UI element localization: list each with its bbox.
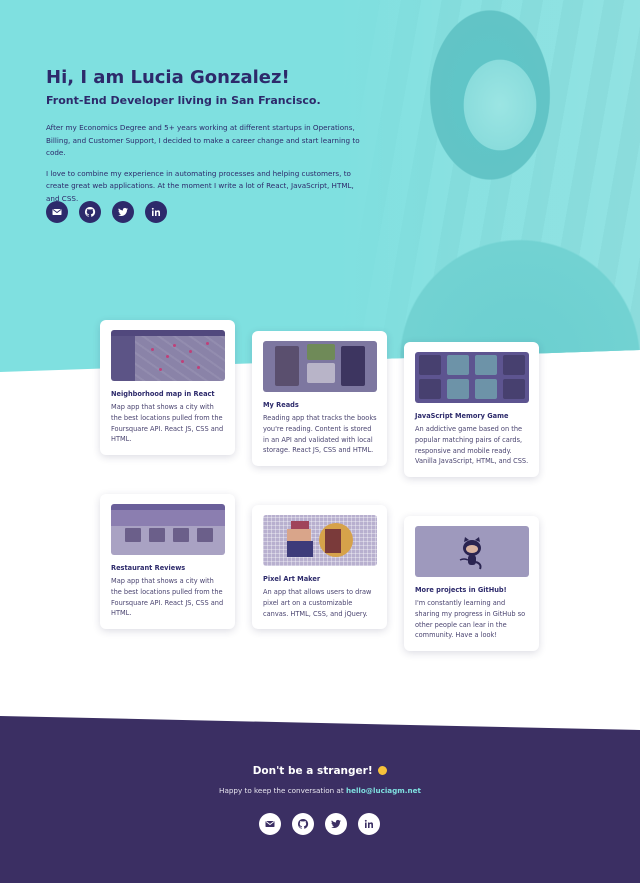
linkedin-link[interactable] <box>145 201 167 223</box>
project-thumbnail <box>263 515 377 566</box>
profile-photo <box>340 0 640 372</box>
project-card-memory-game[interactable]: JavaScript Memory Game An addictive game… <box>404 342 539 478</box>
project-description: Map app that shows a city with the best … <box>111 577 224 618</box>
project-thumbnail <box>415 352 529 403</box>
footer-heading-text: Don't be a stranger! <box>252 765 373 777</box>
twitter-icon <box>118 207 128 217</box>
project-title: Neighborhood map in React <box>111 390 215 398</box>
twitter-link[interactable] <box>112 201 134 223</box>
hero-section: Hi, I am Lucia Gonzalez! Front-End Devel… <box>0 0 640 372</box>
project-description: An addictive game based on the popular m… <box>415 425 529 466</box>
project-title: More projects in GitHub! <box>415 586 507 594</box>
project-thumbnail <box>415 526 529 577</box>
project-card-more-github[interactable]: More projects in GitHub! I'm constantly … <box>404 516 539 652</box>
hero-bio-paragraph: I love to combine my experience in autom… <box>46 168 354 203</box>
project-description: Reading app that tracks the books you're… <box>263 414 377 455</box>
hero-title: Hi, I am Lucia Gonzalez! <box>46 67 290 88</box>
footer-contact-label: Happy to keep the conversation at <box>219 786 344 795</box>
github-icon <box>84 206 96 217</box>
project-description: I'm constantly learning and sharing my p… <box>415 599 526 640</box>
project-description: An app that allows users to draw pixel a… <box>263 588 372 618</box>
github-icon <box>297 818 309 829</box>
project-card-restaurant-reviews[interactable]: Restaurant Reviews Map app that shows a … <box>100 494 235 630</box>
project-thumbnail <box>111 330 225 381</box>
mail-icon <box>52 209 62 215</box>
project-thumbnail <box>263 341 377 392</box>
hero-social-links <box>46 201 167 223</box>
twitter-link[interactable] <box>325 813 347 835</box>
linkedin-icon <box>151 207 160 216</box>
mail-link[interactable] <box>46 201 68 223</box>
project-title: Pixel Art Maker <box>263 575 321 583</box>
octocat-icon <box>459 536 482 569</box>
project-card-neighborhood-map[interactable]: Neighborhood map in React Map app that s… <box>100 320 235 456</box>
hero-subtitle: Front-End Developer living in San Franci… <box>46 94 321 107</box>
hero-content: Hi, I am Lucia Gonzalez! Front-End Devel… <box>46 66 366 205</box>
footer-heading: Don't be a stranger! <box>0 765 640 777</box>
footer-social-links <box>259 813 380 835</box>
project-thumbnail <box>111 504 225 555</box>
linkedin-link[interactable] <box>358 813 380 835</box>
project-description: Map app that shows a city with the best … <box>111 403 224 444</box>
twitter-icon <box>331 819 341 829</box>
project-title: My Reads <box>263 401 299 409</box>
mail-link[interactable] <box>259 813 281 835</box>
footer-contact-text: Happy to keep the conversation at hello@… <box>0 786 640 795</box>
project-title: JavaScript Memory Game <box>415 412 509 420</box>
linkedin-icon <box>364 819 373 828</box>
hero-bio-paragraph: After my Economics Degree and 5+ years w… <box>46 123 360 157</box>
project-title: Restaurant Reviews <box>111 564 186 572</box>
footer-email-link[interactable]: hello@luciagm.net <box>346 786 421 795</box>
project-card-pixel-art[interactable]: Pixel Art Maker An app that allows users… <box>252 505 387 630</box>
smiling-emoji-icon <box>378 766 388 775</box>
project-card-my-reads[interactable]: My Reads Reading app that tracks the boo… <box>252 331 387 467</box>
github-link[interactable] <box>79 201 101 223</box>
github-link[interactable] <box>292 813 314 835</box>
footer: Don't be a stranger! Happy to keep the c… <box>0 716 640 883</box>
mail-icon <box>265 821 275 827</box>
